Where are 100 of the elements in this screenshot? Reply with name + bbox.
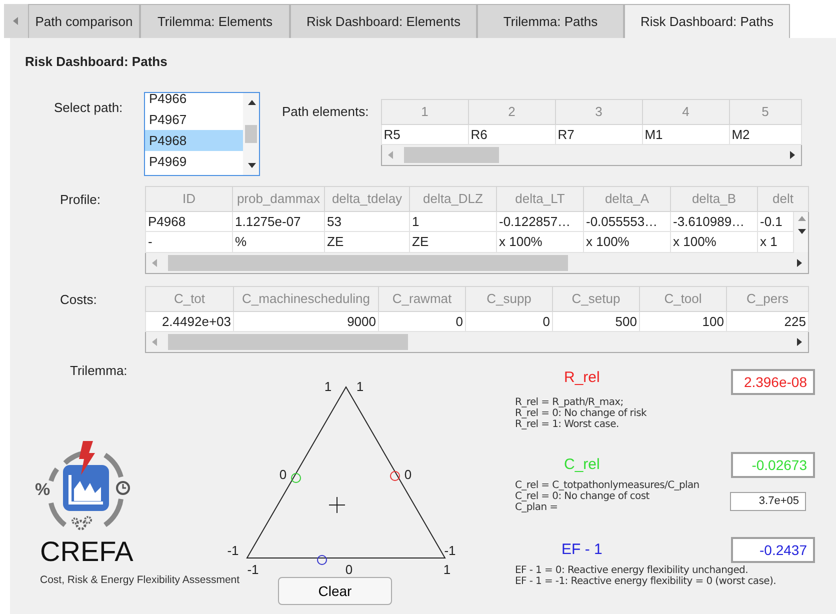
field-label: Path elements: <box>282 102 369 120</box>
field-label: Costs: <box>59 290 98 308</box>
tab[interactable]: Path comparison <box>28 4 140 38</box>
vertical-scrollbar[interactable] <box>243 92 259 174</box>
tab[interactable]: Risk Dashboard: Elements <box>290 4 477 38</box>
profile-column-header[interactable]: delta_A <box>584 186 670 211</box>
list-item[interactable]: P4967 <box>145 108 243 130</box>
path-listbox[interactable]: P4966 P4967 P4968 P4969 <box>144 92 260 176</box>
profile-cell: 1.1275e-07 <box>232 211 324 232</box>
axis-label: 1 <box>443 562 451 577</box>
path-elements-cell: R6 <box>468 124 556 144</box>
costs-cell: 0 <box>466 311 552 332</box>
logo-subtitle: Cost, Risk & Energy Flexibility Assessment <box>40 572 240 588</box>
axis-label: 1 <box>356 379 364 394</box>
scroll-thumb[interactable] <box>404 147 499 163</box>
list-item[interactable]: P4966 <box>145 92 243 108</box>
profile-column-header[interactable]: delta_DLZ <box>410 186 496 211</box>
profile-cell: x 100% <box>496 232 584 252</box>
costs-cell: 2.4492e+03 <box>146 311 234 332</box>
description-text: R_rel = 1: Worst case. <box>515 419 620 430</box>
scroll-left-icon[interactable] <box>150 256 160 268</box>
metric-label: R_rel <box>563 368 601 388</box>
profile-cell: -0.055553… <box>584 211 670 232</box>
costs-column-header[interactable]: C_supp <box>466 286 552 311</box>
description-text: R_rel = R_path/R_max; <box>515 397 624 408</box>
axis-label: 0 <box>404 467 412 482</box>
list-item[interactable]: P4968 <box>145 130 243 150</box>
costs-cell: 0 <box>378 311 466 332</box>
profile-cell: ZE <box>410 232 496 252</box>
scroll-thumb[interactable] <box>168 254 568 270</box>
path-elements-column-header[interactable]: 4 <box>642 99 730 124</box>
metric-value-field: -0.2437 <box>730 537 815 563</box>
description-text: C_rel = 0: No change of cost <box>515 491 650 502</box>
axis-label: 0 <box>345 562 353 577</box>
profile-column-header[interactable]: prob_dammax <box>232 186 324 211</box>
profile-cell: ZE <box>324 232 410 252</box>
profile-cell: - <box>146 232 232 252</box>
profile-cell: % <box>232 232 324 252</box>
logo-title: CREFA <box>40 536 134 566</box>
profile-cell: -3.610989… <box>670 211 758 232</box>
profile-cell: 53 <box>324 211 410 232</box>
metric-value-field: -0.02673 <box>730 452 815 478</box>
profile-cell: x 100% <box>670 232 758 252</box>
costs-cell: 9000 <box>234 311 378 332</box>
scroll-right-icon[interactable] <box>794 256 804 268</box>
field-label: Trilemma: <box>69 362 128 380</box>
profile-cell: 1 <box>410 211 496 232</box>
profile-column-header[interactable]: delta_LT <box>496 186 584 211</box>
costs-column-header[interactable]: C_setup <box>552 286 640 311</box>
plan-value-field: 3.7e+05 <box>730 492 806 511</box>
list-item[interactable]: P4969 <box>145 150 243 172</box>
metric-label: EF - 1 <box>560 540 604 560</box>
scroll-right-icon[interactable] <box>794 336 804 348</box>
profile-column-header[interactable]: ID <box>146 186 232 211</box>
panel-title: Risk Dashboard: Paths <box>25 53 168 71</box>
costs-column-header[interactable]: C_rawmat <box>378 286 466 311</box>
profile-cell: -0.122857… <box>496 211 584 232</box>
path-elements-column-header[interactable]: 1 <box>381 99 468 124</box>
scroll-left-icon[interactable] <box>386 149 396 161</box>
scroll-thumb[interactable] <box>168 334 408 350</box>
profile-column-header[interactable]: delta_tdelay <box>324 186 410 211</box>
path-elements-cell: M2 <box>729 124 802 144</box>
tab[interactable]: Trilemma: Paths <box>477 4 624 38</box>
axis-label: -1 <box>227 543 239 558</box>
center-crosshair-icon <box>328 496 346 514</box>
field-label: Profile: <box>59 190 102 208</box>
profile-column-header[interactable]: delt <box>758 186 808 211</box>
description-text: R_rel = 0: No change of risk <box>515 408 646 419</box>
metric-value-field: 2.396e-08 <box>730 369 815 395</box>
costs-cell: 500 <box>552 311 640 332</box>
scroll-thumb[interactable] <box>245 124 257 142</box>
costs-column-header[interactable]: C_machinescheduling <box>234 286 378 311</box>
tab[interactable]: Risk Dashboard: Paths <box>624 4 790 38</box>
profile-cell: x 100% <box>584 232 670 252</box>
description-text: C_rel = C_totpathonlymeasures/C_plan <box>515 480 700 491</box>
tab[interactable]: Trilemma: Elements <box>140 4 290 38</box>
description-text: EF - 1 = 0: Reactive energy flexibility unchanged. <box>515 565 748 576</box>
path-elements-column-header[interactable]: 3 <box>555 99 642 124</box>
path-elements-column-header[interactable]: 5 <box>729 99 802 124</box>
profile-cell: -0.1 <box>758 211 794 232</box>
profile-column-header[interactable]: delta_B <box>670 186 758 211</box>
description-text: EF - 1 = -1: Reactive energy flexibility = 0 (worst case). <box>515 576 776 587</box>
scroll-tabs-left-icon[interactable] <box>11 15 21 27</box>
costs-column-header[interactable]: C_tool <box>640 286 726 311</box>
costs-column-header[interactable]: C_tot <box>146 286 234 311</box>
description-text: C_plan = <box>515 502 559 513</box>
axis-label: 1 <box>324 379 332 394</box>
costs-cell: 225 <box>726 311 808 332</box>
costs-cell: 100 <box>640 311 726 332</box>
path-elements-column-header[interactable]: 2 <box>468 99 556 124</box>
axis-label: -1 <box>444 543 456 558</box>
profile-cell: P4968 <box>146 211 232 232</box>
metric-label: C_rel <box>563 454 601 475</box>
profile-cell: x 1 <box>758 232 794 252</box>
path-elements-cell: R7 <box>555 124 642 144</box>
path-elements-cell: R5 <box>381 124 468 144</box>
clear-button[interactable]: Clear <box>278 577 392 605</box>
scroll-left-icon[interactable] <box>150 336 160 348</box>
costs-column-header[interactable]: C_pers <box>726 286 808 311</box>
axis-label: -1 <box>247 562 259 577</box>
